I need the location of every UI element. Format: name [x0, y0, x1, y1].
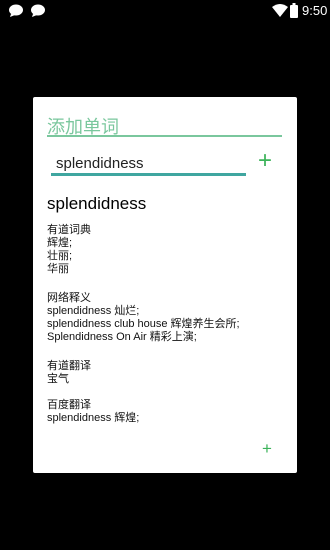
- wifi-icon: [272, 4, 288, 17]
- word-input[interactable]: [51, 153, 249, 173]
- input-underline: [51, 173, 246, 176]
- add-word-dialog: 添加单词 + splendidness 有道词典 辉煌; 壮丽; 华丽 网络释义…: [33, 97, 297, 473]
- section-title: 网络释义: [47, 292, 91, 304]
- status-time: 9:50: [302, 3, 328, 18]
- section-title: 有道翻译: [47, 360, 91, 372]
- definition-section-youdao-translate: 有道翻译 宝气: [47, 360, 287, 386]
- definition-section-baidu-translate: 百度翻译 splendidness 辉煌;: [47, 399, 287, 425]
- section-title: 有道词典: [47, 224, 91, 236]
- definition-line: splendidness 辉煌;: [47, 412, 140, 424]
- definition-line: splendidness club house 辉煌养生会所;: [47, 318, 240, 330]
- word-input-wrapper: [51, 153, 249, 176]
- notification-icon: [9, 4, 23, 17]
- notification-icon: [31, 4, 45, 17]
- add-definition-button[interactable]: +: [259, 440, 275, 458]
- definition-section-web: 网络释义 splendidness 灿烂; splendidness club …: [47, 292, 287, 344]
- definition-line: 宝气: [47, 373, 69, 385]
- add-word-button[interactable]: +: [254, 149, 276, 173]
- title-divider: [47, 135, 282, 137]
- definition-line: 华丽: [47, 263, 69, 275]
- headword: splendidness: [47, 194, 147, 213]
- definition-line: 壮丽;: [47, 250, 73, 262]
- plus-icon: +: [257, 147, 272, 174]
- definition-section-youdao: 有道词典 辉煌; 壮丽; 华丽: [47, 224, 287, 276]
- definition-line: 辉煌;: [47, 237, 73, 249]
- definition-line: Splendidness On Air 精彩上演;: [47, 331, 197, 343]
- plus-icon: +: [262, 439, 272, 458]
- battery-icon: [290, 3, 298, 18]
- section-title: 百度翻译: [47, 399, 91, 411]
- definition-line: splendidness 灿烂;: [47, 305, 140, 317]
- status-bar: 9:50: [0, 0, 330, 22]
